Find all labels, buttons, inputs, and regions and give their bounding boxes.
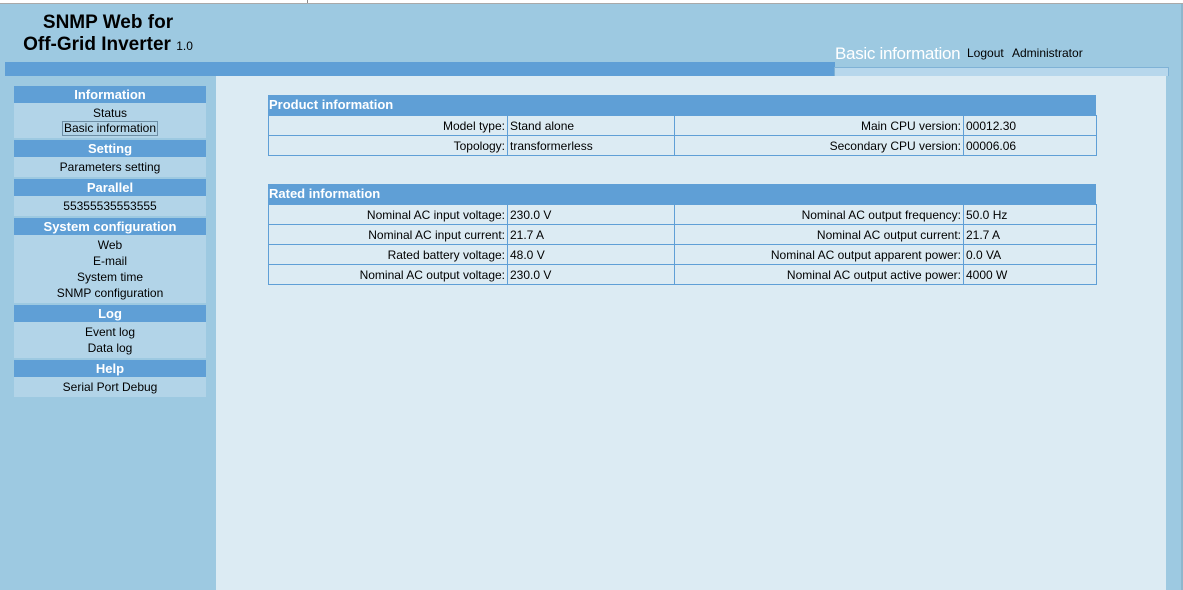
- app-title-line2-wrap: Off-Grid Inverter 1.0: [18, 34, 198, 57]
- sidebar-items: Parameters setting: [14, 157, 206, 177]
- main-cpu-version-value: 00012.30: [963, 115, 1097, 136]
- table-row: Nominal AC input current: 21.7 A Nominal…: [268, 224, 1097, 245]
- nominal-ac-input-current-label: Nominal AC input current:: [268, 224, 508, 245]
- nominal-ac-output-current-label: Nominal AC output current:: [674, 224, 964, 245]
- main-cpu-version-label: Main CPU version:: [674, 115, 964, 136]
- sidebar-items: Event log Data log: [14, 322, 206, 358]
- sidebar-section-title[interactable]: Setting: [14, 140, 206, 157]
- sidebar-section-title[interactable]: Log: [14, 305, 206, 322]
- sidebar-item-snmp-configuration[interactable]: SNMP configuration: [14, 285, 206, 301]
- sidebar-item-event-log[interactable]: Event log: [14, 324, 206, 340]
- secondary-cpu-version-value: 00006.06: [963, 135, 1097, 156]
- left-edge: [0, 4, 4, 590]
- sidebar-item-data-log[interactable]: Data log: [14, 340, 206, 356]
- sidebar-section-parallel: Parallel 55355535553555: [14, 179, 206, 216]
- rated-battery-voltage-value: 48.0 V: [507, 244, 675, 265]
- topology-label: Topology:: [268, 135, 508, 156]
- nominal-ac-output-active-power-value: 4000 W: [963, 264, 1097, 285]
- nominal-ac-output-frequency-label: Nominal AC output frequency:: [674, 204, 964, 225]
- sidebar-item-email[interactable]: E-mail: [14, 253, 206, 269]
- rated-information-panel: Rated information Nominal AC input volta…: [268, 184, 1097, 285]
- nominal-ac-input-current-value: 21.7 A: [507, 224, 675, 245]
- panel-title: Rated information: [268, 184, 1096, 204]
- sidebar-item-system-time[interactable]: System time: [14, 269, 206, 285]
- sidebar-section-information: Information Status Basic information: [14, 86, 206, 138]
- current-user: Administrator: [1012, 46, 1083, 60]
- sidebar-items: Web E-mail System time SNMP configuratio…: [14, 235, 206, 303]
- table-row: Model type: Stand alone Main CPU version…: [268, 115, 1097, 136]
- nominal-ac-input-voltage-label: Nominal AC input voltage:: [268, 204, 508, 225]
- sidebar-item-web[interactable]: Web: [14, 237, 206, 253]
- header-banner: [5, 62, 835, 76]
- table-row: Rated battery voltage: 48.0 V Nominal AC…: [268, 244, 1097, 265]
- table-row: Nominal AC input voltage: 230.0 V Nomina…: [268, 204, 1097, 225]
- product-information-panel: Product information Model type: Stand al…: [268, 95, 1097, 156]
- page-title: Basic information: [835, 44, 961, 63]
- logout-link[interactable]: Logout: [967, 46, 1004, 60]
- header-banner-right: [834, 67, 1169, 76]
- sidebar: Information Status Basic information Set…: [5, 76, 215, 590]
- rated-information-table: Nominal AC input voltage: 230.0 V Nomina…: [268, 204, 1097, 285]
- nominal-ac-output-voltage-label: Nominal AC output voltage:: [268, 264, 508, 285]
- model-type-value: Stand alone: [507, 115, 675, 136]
- panel-title: Product information: [268, 95, 1096, 115]
- sidebar-section-help: Help Serial Port Debug: [14, 360, 206, 397]
- table-row: Nominal AC output voltage: 230.0 V Nomin…: [268, 264, 1097, 285]
- sidebar-section-title[interactable]: Information: [14, 86, 206, 103]
- sidebar-item-basic-information[interactable]: Basic information: [61, 121, 159, 136]
- nominal-ac-output-apparent-power-label: Nominal AC output apparent power:: [674, 244, 964, 265]
- sidebar-item-parameters-setting[interactable]: Parameters setting: [14, 159, 206, 175]
- product-information-table: Model type: Stand alone Main CPU version…: [268, 115, 1097, 156]
- table-row: Topology: transformerless Secondary CPU …: [268, 135, 1097, 156]
- sidebar-section-system-configuration: System configuration Web E-mail System t…: [14, 218, 206, 303]
- app-version: 1.0: [176, 39, 193, 53]
- secondary-cpu-version-label: Secondary CPU version:: [674, 135, 964, 156]
- sidebar-section-title[interactable]: Help: [14, 360, 206, 377]
- sidebar-item-parallel-id[interactable]: 55355535553555: [14, 198, 206, 214]
- sidebar-items: Status Basic information: [14, 103, 206, 138]
- nominal-ac-output-frequency-value: 50.0 Hz: [963, 204, 1097, 225]
- app-title-line2: Off-Grid Inverter: [23, 34, 171, 55]
- nominal-ac-output-active-power-label: Nominal AC output active power:: [674, 264, 964, 285]
- sidebar-item-status[interactable]: Status: [14, 105, 206, 121]
- nominal-ac-output-voltage-value: 230.0 V: [507, 264, 675, 285]
- app-title: SNMP Web for Off-Grid Inverter 1.0: [18, 12, 198, 57]
- rated-battery-voltage-label: Rated battery voltage:: [268, 244, 508, 265]
- sidebar-section-title[interactable]: System configuration: [14, 218, 206, 235]
- topology-value: transformerless: [507, 135, 675, 156]
- sidebar-items: Serial Port Debug: [14, 377, 206, 397]
- sidebar-section-setting: Setting Parameters setting: [14, 140, 206, 177]
- nominal-ac-input-voltage-value: 230.0 V: [507, 204, 675, 225]
- main-content: Product information Model type: Stand al…: [216, 76, 1166, 590]
- nominal-ac-output-current-value: 21.7 A: [963, 224, 1097, 245]
- model-type-label: Model type:: [268, 115, 508, 136]
- sidebar-section-log: Log Event log Data log: [14, 305, 206, 358]
- sidebar-section-title[interactable]: Parallel: [14, 179, 206, 196]
- sidebar-items: 55355535553555: [14, 196, 206, 216]
- sidebar-item-serial-port-debug[interactable]: Serial Port Debug: [14, 379, 206, 395]
- app-title-line1: SNMP Web for: [42, 12, 174, 33]
- window-divider: [307, 0, 308, 3]
- nominal-ac-output-apparent-power-value: 0.0 VA: [963, 244, 1097, 265]
